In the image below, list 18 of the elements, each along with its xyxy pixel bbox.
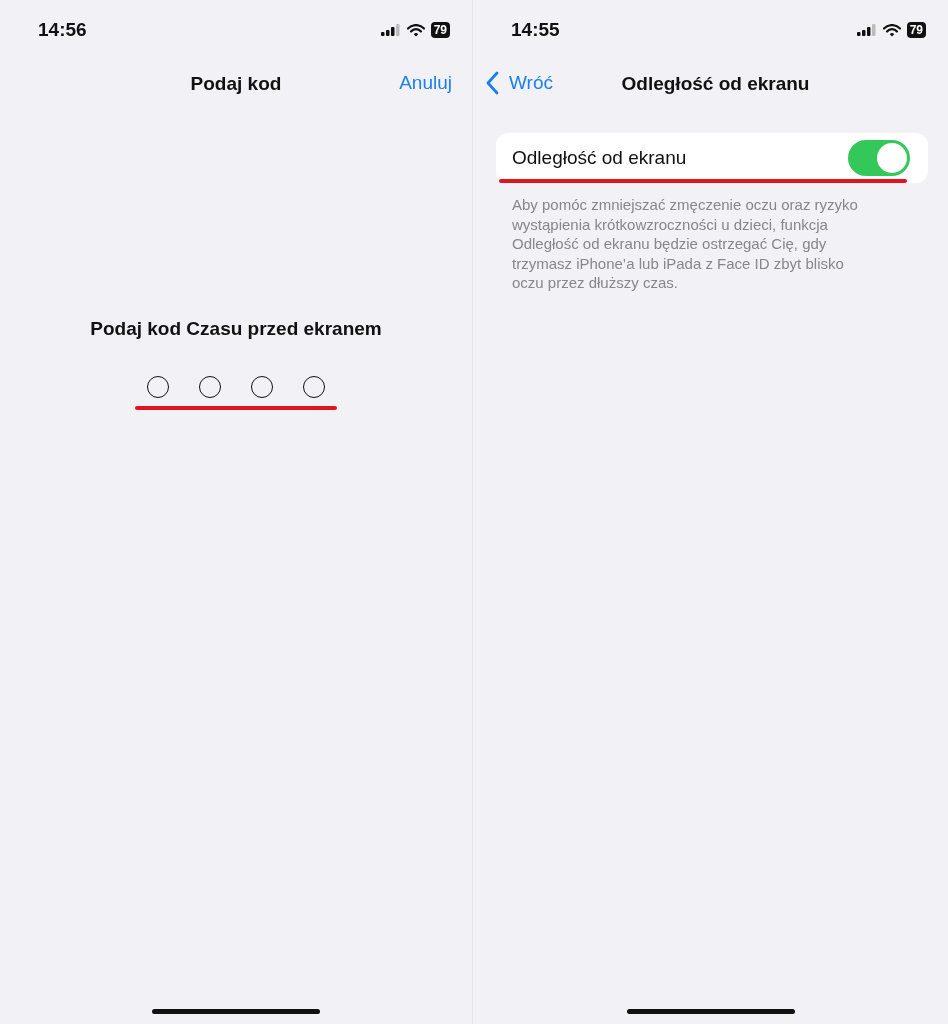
back-label[interactable]: Wróć <box>509 72 553 94</box>
wifi-icon <box>406 23 425 37</box>
cancel-link[interactable]: Anuluj <box>399 72 452 94</box>
setting-label: Odległość od ekranu <box>512 147 687 169</box>
battery-level: 79 <box>430 22 450 38</box>
nav-title: Odległość od ekranu <box>621 73 810 95</box>
signal-icon <box>856 24 877 36</box>
passcode-prompt: Podaj kod Czasu przed ekranem <box>89 318 383 340</box>
back-button[interactable]: Wróć <box>485 71 553 95</box>
nav-title: Podaj kod <box>190 73 282 95</box>
toggle-switch[interactable] <box>848 140 910 176</box>
battery-level: 79 <box>906 22 926 38</box>
signal-icon <box>380 24 401 36</box>
wifi-icon <box>882 23 901 37</box>
chevron-left-icon <box>485 71 499 95</box>
status-time: 14:55 <box>511 19 560 41</box>
status-time: 14:56 <box>38 19 87 41</box>
setting-description: Aby pomóc zmniejszać zmęczenie oczu oraz ryzyko wystąpienia krótkowzroczności u dzieci, funkcja Odległość od ekranu będzie ostrzegać Cię, gdy trzymasz iPhone’a lub iPada z Face ID zbyt blisko oczu przez dłuższy czas. <box>512 195 859 293</box>
